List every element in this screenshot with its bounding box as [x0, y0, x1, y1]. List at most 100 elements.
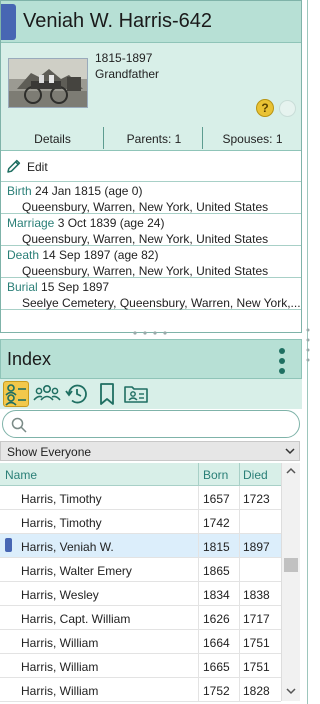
person-name: Veniah W. Harris-642: [23, 10, 212, 32]
scroll-up-icon[interactable]: [286, 467, 296, 475]
table-row-selected[interactable]: Harris, Veniah W. 1815 1897: [0, 534, 281, 558]
cell-born: 1834: [203, 588, 230, 602]
cell-died: 1828: [243, 684, 270, 698]
scroll-down-icon[interactable]: [286, 687, 296, 695]
column-header-name[interactable]: Name: [5, 468, 37, 482]
event-marriage[interactable]: Marriage 3 Oct 1839 (age 24) Queensbury,…: [1, 214, 301, 246]
table-row[interactable]: Harris, Walter Emery 1865: [0, 558, 281, 582]
event-list: Birth 24 Jan 1815 (age 0) Queensbury, Wa…: [1, 182, 301, 310]
cell-born: 1752: [203, 684, 230, 698]
person-lifespan: 1815-1897: [95, 51, 153, 65]
event-type: Death: [7, 248, 40, 262]
index-toolbar: [0, 379, 302, 409]
current-person-marker: [5, 538, 12, 552]
chevron-down-icon: [285, 448, 295, 455]
cell-name: Harris, William: [21, 660, 99, 674]
cell-born: 1742: [203, 516, 230, 530]
search-icon: [11, 417, 27, 433]
table-row[interactable]: Harris, William 1752 1828: [0, 678, 281, 702]
grid-header: Name Born Died: [0, 463, 281, 486]
search-input-container[interactable]: [2, 410, 300, 438]
cell-born: 1865: [203, 564, 230, 578]
scrollbar-thumb[interactable]: [284, 558, 298, 572]
question-hint-icon[interactable]: ?: [256, 99, 274, 117]
event-date: 15 Sep 1897: [41, 280, 110, 294]
cell-born: 1815: [203, 540, 230, 554]
event-place: Queensbury, Warren, New York, United Sta…: [22, 232, 269, 246]
person-photo[interactable]: [8, 58, 88, 108]
person-relationship: Grandfather: [95, 67, 160, 81]
cell-name: Harris, Capt. William: [21, 612, 131, 626]
event-burial[interactable]: Burial 15 Sep 1897 Seelye Cemetery, Quee…: [1, 278, 301, 310]
family-group-icon[interactable]: [33, 381, 61, 407]
event-place: Queensbury, Warren, New York, United Sta…: [22, 264, 269, 278]
person-summary: 1815-1897 Grandfather ?: [1, 43, 301, 127]
tab-divider: [202, 127, 203, 149]
tab-parents[interactable]: Parents: 1: [105, 127, 203, 151]
cell-name: Harris, Veniah W.: [21, 540, 114, 554]
cell-name: Harris, William: [21, 684, 99, 698]
cell-name: Harris, Wesley: [21, 588, 99, 602]
event-type: Burial: [7, 280, 38, 294]
search-input[interactable]: [31, 415, 291, 434]
table-row[interactable]: Harris, William 1665 1751: [0, 654, 281, 678]
cell-born: 1665: [203, 660, 230, 674]
person-tabs: Details Parents: 1 Spouses: 1: [1, 127, 301, 151]
event-date: 14 Sep 1897 (age 82): [42, 248, 159, 262]
cell-died: 1751: [243, 636, 270, 650]
index-title: Index: [7, 349, 52, 369]
panel-splitter-handle[interactable]: [132, 330, 170, 336]
tab-spouses[interactable]: Spouses: 1: [204, 127, 301, 151]
filter-selected: Show Everyone: [7, 445, 92, 459]
event-type: Marriage: [7, 216, 55, 230]
person-accent-bar: [1, 4, 16, 40]
cell-name: Harris, William: [21, 636, 99, 650]
table-row[interactable]: Harris, Timothy 1742: [0, 510, 281, 534]
table-row[interactable]: Harris, Capt. William 1626 1717: [0, 606, 281, 630]
cell-died: 1723: [243, 492, 270, 506]
bookmark-icon[interactable]: [94, 381, 120, 407]
event-death[interactable]: Death 14 Sep 1897 (age 82) Queensbury, W…: [1, 246, 301, 278]
vertical-scrollbar[interactable]: [281, 463, 300, 701]
person-panel: Veniah W. Harris-642 1815-1897 Grandfath…: [0, 0, 302, 333]
people-list-icon[interactable]: [3, 381, 29, 407]
event-date: 3 Oct 1839 (age 24): [57, 216, 165, 230]
person-header: Veniah W. Harris-642: [1, 1, 301, 43]
pencil-icon: [7, 159, 21, 173]
folder-person-icon[interactable]: [123, 381, 149, 407]
cell-name: Harris, Walter Emery: [21, 564, 132, 578]
cell-died: 1838: [243, 588, 270, 602]
side-splitter-grip-icon: [306, 328, 310, 362]
column-header-born[interactable]: Born: [203, 468, 228, 482]
column-divider: [239, 463, 240, 486]
cell-name: Harris, Timothy: [21, 492, 102, 506]
table-row[interactable]: Harris, Timothy 1657 1723: [0, 486, 281, 510]
side-splitter[interactable]: [304, 0, 312, 704]
cell-born: 1657: [203, 492, 230, 506]
column-divider: [198, 463, 199, 486]
index-rows: Harris, Timothy 1657 1723 Harris, Timoth…: [0, 486, 281, 702]
event-birth[interactable]: Birth 24 Jan 1815 (age 0) Queensbury, Wa…: [1, 182, 301, 214]
cell-born: 1664: [203, 636, 230, 650]
tab-divider: [103, 127, 104, 149]
table-row[interactable]: Harris, William 1664 1751: [0, 630, 281, 654]
cell-name: Harris, Timothy: [21, 516, 102, 530]
event-date: 24 Jan 1815 (age 0): [35, 184, 143, 198]
event-place: Queensbury, Warren, New York, United Sta…: [22, 200, 269, 214]
history-icon[interactable]: [64, 381, 90, 407]
event-place: Seelye Cemetery, Queensbury, Warren, New…: [22, 296, 301, 310]
cell-died: 1717: [243, 612, 270, 626]
column-header-died[interactable]: Died: [243, 468, 268, 482]
more-options-icon[interactable]: [277, 348, 287, 374]
filter-dropdown[interactable]: Show Everyone: [0, 441, 300, 461]
edit-label: Edit: [27, 160, 48, 174]
cell-died: 1751: [243, 660, 270, 674]
event-type: Birth: [7, 184, 32, 198]
tab-details[interactable]: Details: [1, 127, 104, 151]
cell-died: 1897: [243, 540, 270, 554]
cell-born: 1626: [203, 612, 230, 626]
table-row[interactable]: Harris, Wesley 1834 1838: [0, 582, 281, 606]
edit-button[interactable]: Edit: [1, 152, 301, 182]
index-header: Index: [0, 339, 302, 379]
status-circle-icon[interactable]: [279, 100, 296, 117]
